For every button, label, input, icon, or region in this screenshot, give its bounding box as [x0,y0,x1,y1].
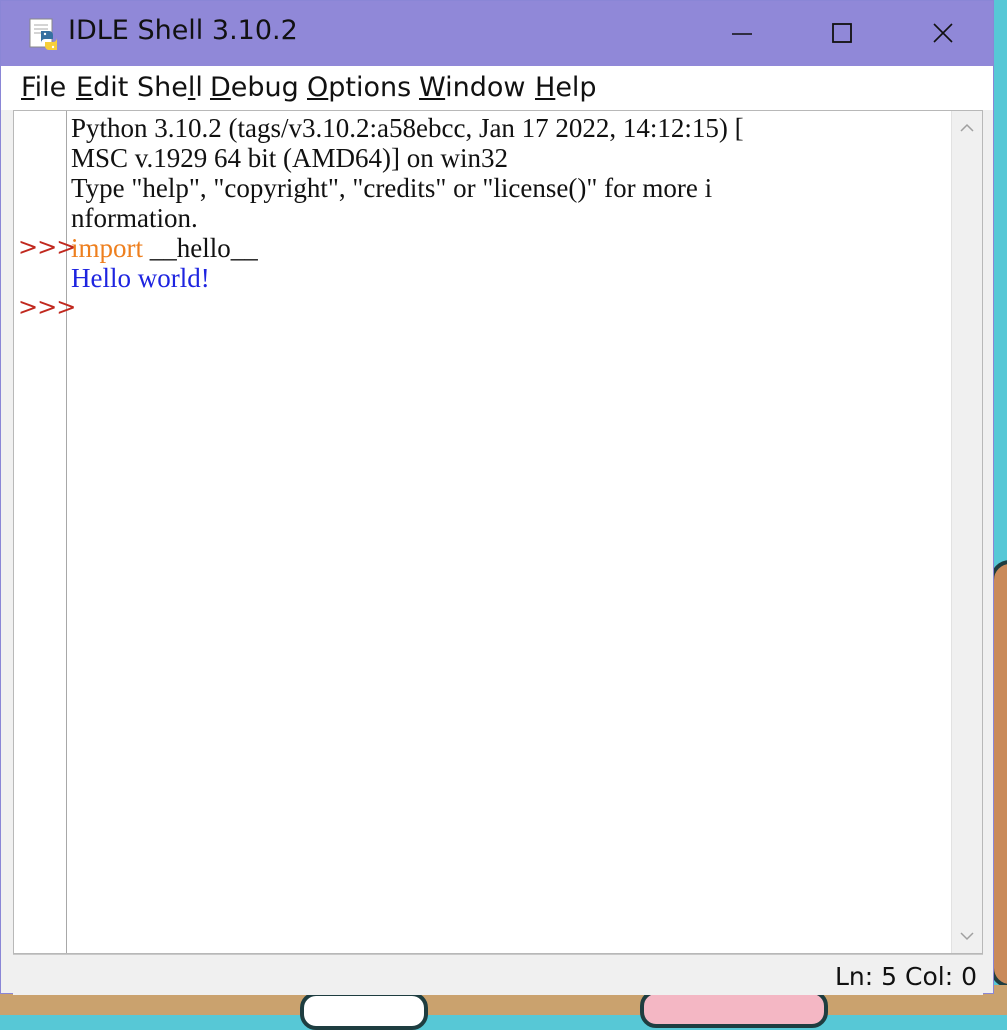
prompt-gutter: >>> >>> [14,111,76,953]
shell-editor[interactable]: >>> >>> Python 3.10.2 (tags/v3.10.2:a58e… [13,110,983,954]
title-bar[interactable]: IDLE Shell 3.10.2 [1,1,993,66]
wallpaper-shape [300,992,428,1030]
menu-bar: File Edit Shell Debug Options Window Hel… [1,66,993,110]
maximize-icon [832,23,852,43]
input-module: __hello__ [143,233,258,263]
minimize-icon [732,33,752,35]
shell-text[interactable]: Python 3.10.2 (tags/v3.10.2:a58ebcc, Jan… [71,113,953,951]
banner-line: Type "help", "copyright", "credits" or "… [71,173,713,203]
keyword-import: import [71,233,143,263]
column-number: Col: 0 [905,962,977,991]
output-line: Hello world! [71,263,210,293]
close-icon [933,23,953,43]
maximize-button[interactable] [793,1,891,66]
menu-debug[interactable]: Debug [210,72,299,103]
banner-line: nformation. [71,203,198,233]
scroll-down-icon[interactable] [960,931,974,941]
wallpaper-shape [640,990,828,1028]
input-line: import __hello__ [71,233,258,263]
menu-edit[interactable]: Edit [76,72,128,103]
vertical-scrollbar[interactable] [951,111,982,953]
menu-options[interactable]: Options [307,72,411,103]
shell-prompt: >>> [18,293,76,321]
python-idle-icon [29,18,57,50]
minimize-button[interactable] [693,1,791,66]
shell-prompt: >>> [18,233,76,261]
menu-file[interactable]: File [21,72,66,103]
idle-shell-window: IDLE Shell 3.10.2 File Edit Shell Debug … [0,0,994,995]
window-title: IDLE Shell 3.10.2 [68,15,298,46]
line-number: Ln: 5 [834,962,898,991]
cursor-position: Ln: 5 Col: 0 [835,962,977,991]
menu-window[interactable]: Window [419,72,525,103]
banner-line: Python 3.10.2 (tags/v3.10.2:a58ebcc, Jan… [71,113,744,143]
menu-help[interactable]: Help [535,72,597,103]
status-bar: Ln: 5 Col: 0 [13,954,983,995]
menu-shell[interactable]: Shell [137,72,203,103]
close-button[interactable] [894,1,992,66]
scroll-up-icon[interactable] [960,123,974,133]
banner-line: MSC v.1929 64 bit (AMD64)] on win32 [71,143,509,173]
